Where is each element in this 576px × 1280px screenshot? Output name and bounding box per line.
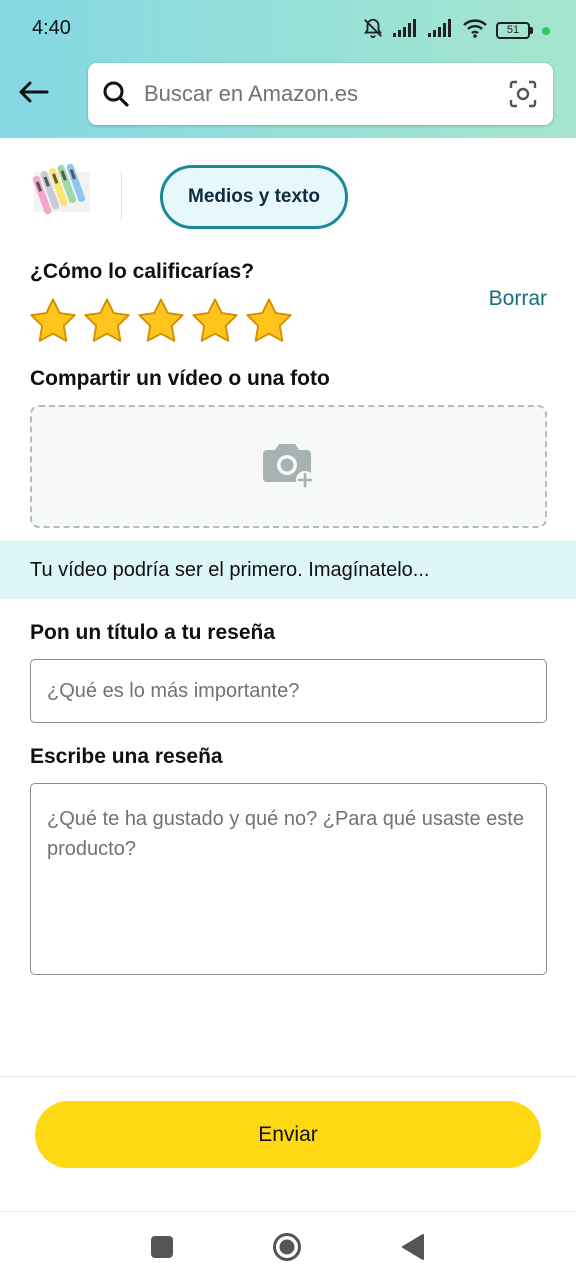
bell-muted-icon: [362, 17, 384, 44]
battery-icon: 51: [496, 22, 533, 39]
review-title-input[interactable]: [30, 659, 547, 723]
star-icon-1[interactable]: [28, 296, 78, 346]
video-tip-text: Tu vídeo podría ser el primero. Imagínat…: [30, 559, 430, 581]
system-nav-bar: [0, 1211, 576, 1280]
rating-label: ¿Cómo lo calificarías?: [30, 260, 255, 283]
status-icons: 51: [362, 17, 550, 44]
battery-level: 51: [496, 22, 530, 39]
star-icon-4[interactable]: [190, 296, 240, 346]
footer-divider: [0, 1076, 576, 1077]
media-label: Compartir un vídeo o una foto: [30, 367, 330, 390]
star-icon-2[interactable]: [82, 296, 132, 346]
notification-dot-icon: [542, 26, 550, 35]
video-tip-banner: Tu vídeo podría ser el primero. Imagínat…: [0, 541, 576, 599]
search-icon: [102, 80, 130, 113]
home-circle-icon[interactable]: [272, 1232, 302, 1262]
status-time: 4:40: [32, 17, 71, 39]
submit-button[interactable]: Enviar: [35, 1101, 541, 1168]
search-input[interactable]: [144, 77, 489, 111]
tab-media-and-text[interactable]: Medios y texto: [160, 165, 348, 229]
back-button[interactable]: [14, 75, 52, 113]
wifi-icon: [463, 18, 487, 43]
star-rating[interactable]: [28, 296, 294, 346]
star-icon-5[interactable]: [244, 296, 294, 346]
product-thumbnail: [30, 160, 94, 218]
search-bar[interactable]: [88, 63, 553, 125]
signal-icon: [393, 19, 419, 42]
star-icon-3[interactable]: [136, 296, 186, 346]
back-triangle-icon[interactable]: [398, 1232, 428, 1262]
back-arrow-icon: [17, 80, 49, 109]
camera-add-icon: [259, 438, 319, 495]
review-body-textarea[interactable]: [30, 783, 547, 975]
camera-scan-icon[interactable]: [509, 80, 537, 113]
media-upload-area[interactable]: [30, 405, 547, 528]
divider: [121, 172, 122, 220]
review-body-label: Escribe una reseña: [30, 745, 223, 768]
app-header: 4:40 51: [0, 0, 576, 138]
clear-rating-link[interactable]: Borrar: [489, 287, 547, 311]
review-title-label: Pon un título a tu reseña: [30, 621, 276, 644]
signal-icon: [428, 19, 454, 42]
recents-square-icon[interactable]: [147, 1232, 177, 1262]
